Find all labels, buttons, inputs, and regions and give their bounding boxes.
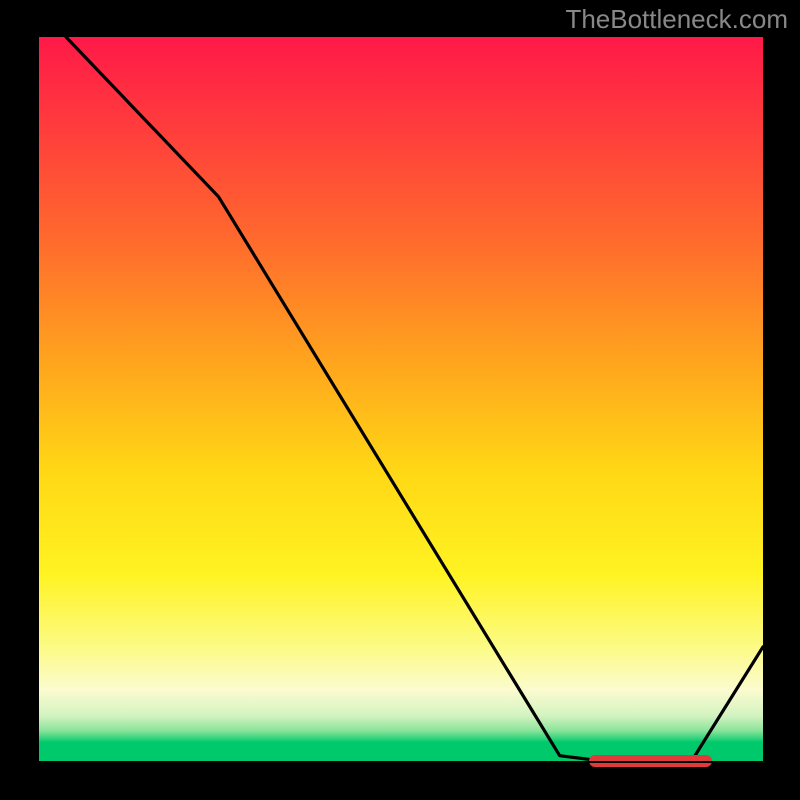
chart-container: TheBottleneck.com xyxy=(0,0,800,800)
bottleneck-curve xyxy=(37,37,763,763)
axis-bottom xyxy=(37,761,763,763)
curve-path xyxy=(37,0,763,763)
plot-area xyxy=(37,37,763,763)
attribution-label: TheBottleneck.com xyxy=(565,4,788,35)
axis-left xyxy=(37,37,39,763)
